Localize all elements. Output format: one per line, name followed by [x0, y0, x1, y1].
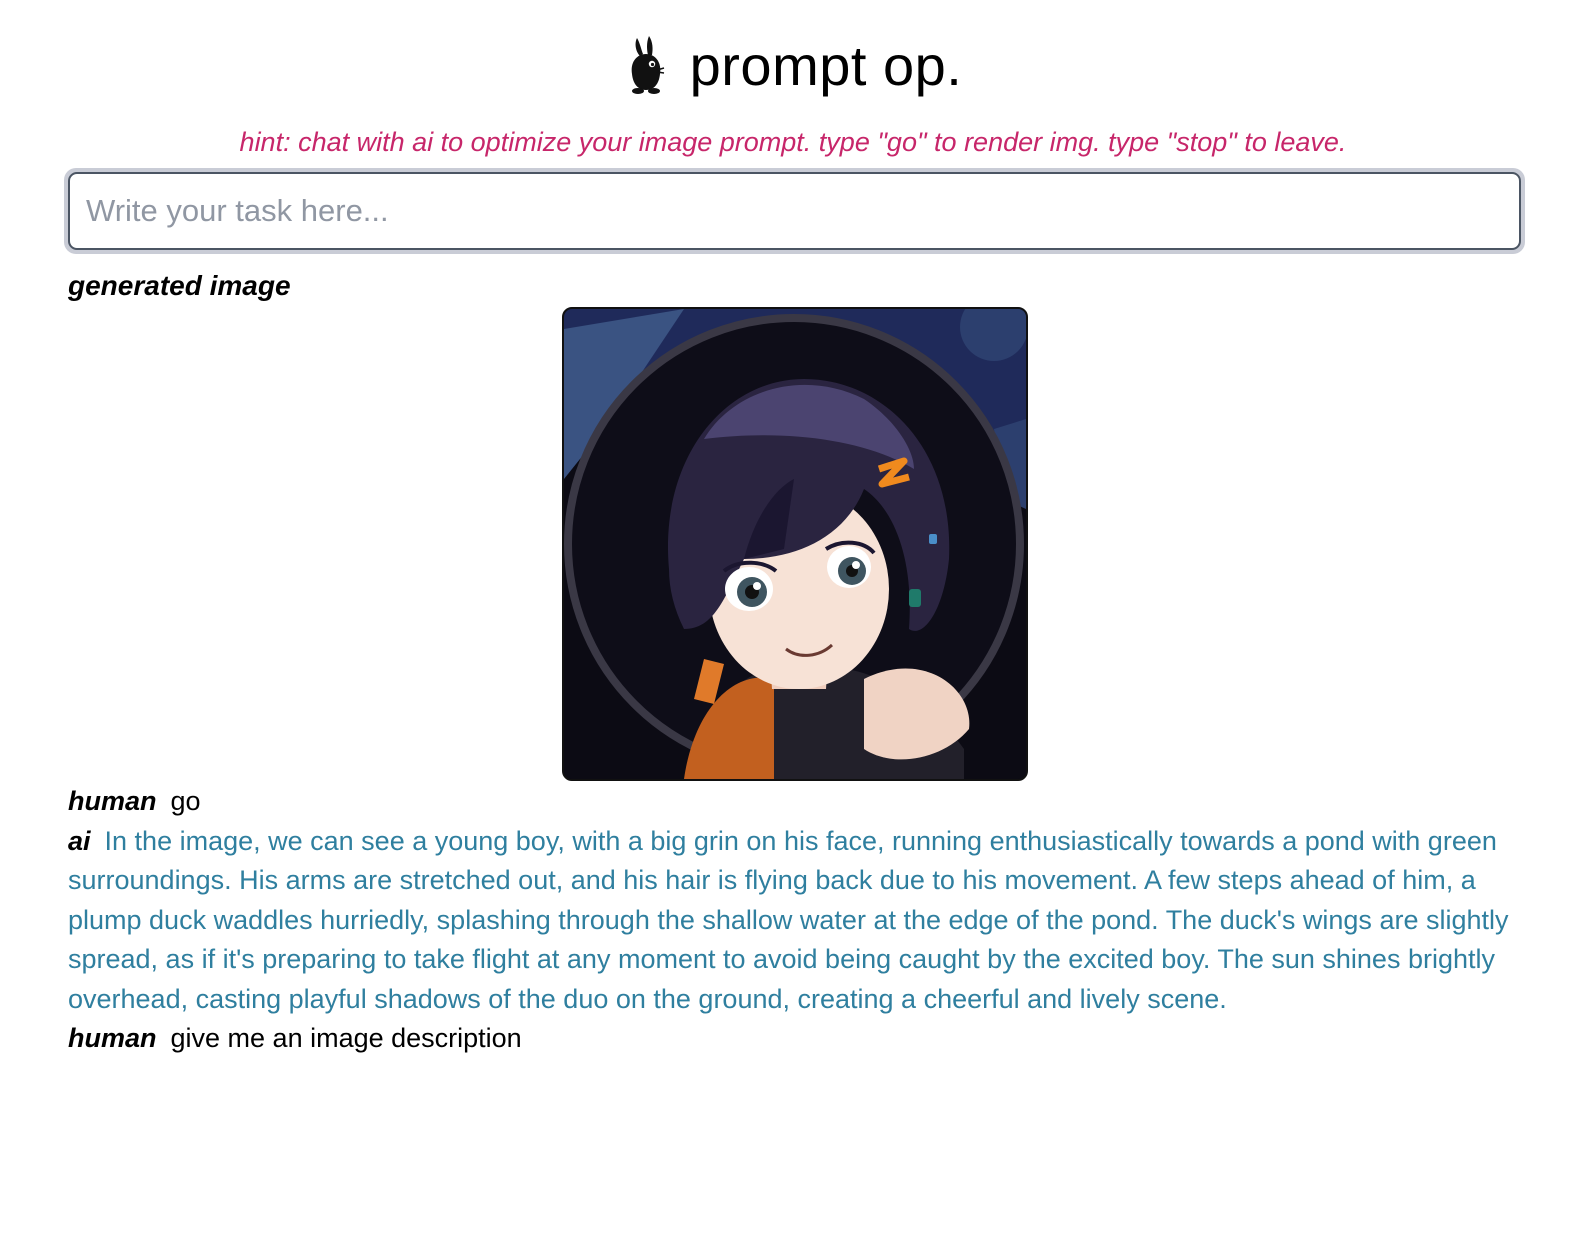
rabbit-logo-icon — [631, 36, 664, 94]
speaker-label: ai — [68, 825, 91, 856]
message-text: go — [170, 786, 201, 816]
message-text: give me an image description — [170, 1023, 522, 1053]
task-input[interactable] — [68, 172, 1521, 250]
hint-text: hint: chat with ai to optimize your imag… — [239, 127, 1347, 157]
chat-message: human go — [68, 782, 1518, 822]
app-title: prompt op. — [689, 34, 963, 97]
chat-message: human give me an image description — [68, 1019, 1518, 1059]
task-input-focus-ring — [64, 168, 1525, 254]
message-text: In the image, we can see a young boy, wi… — [68, 825, 1509, 1014]
speaker-label: human — [68, 786, 157, 816]
header: prompt op. — [0, 30, 1586, 100]
generated-image-label: generated image — [68, 270, 291, 301]
chat-message: ai In the image, we can see a young boy, … — [68, 822, 1518, 1020]
generated-image — [562, 307, 1028, 781]
speaker-label: human — [68, 1023, 157, 1053]
chat-log: human go ai In the image, we can see a you… — [68, 782, 1518, 1059]
